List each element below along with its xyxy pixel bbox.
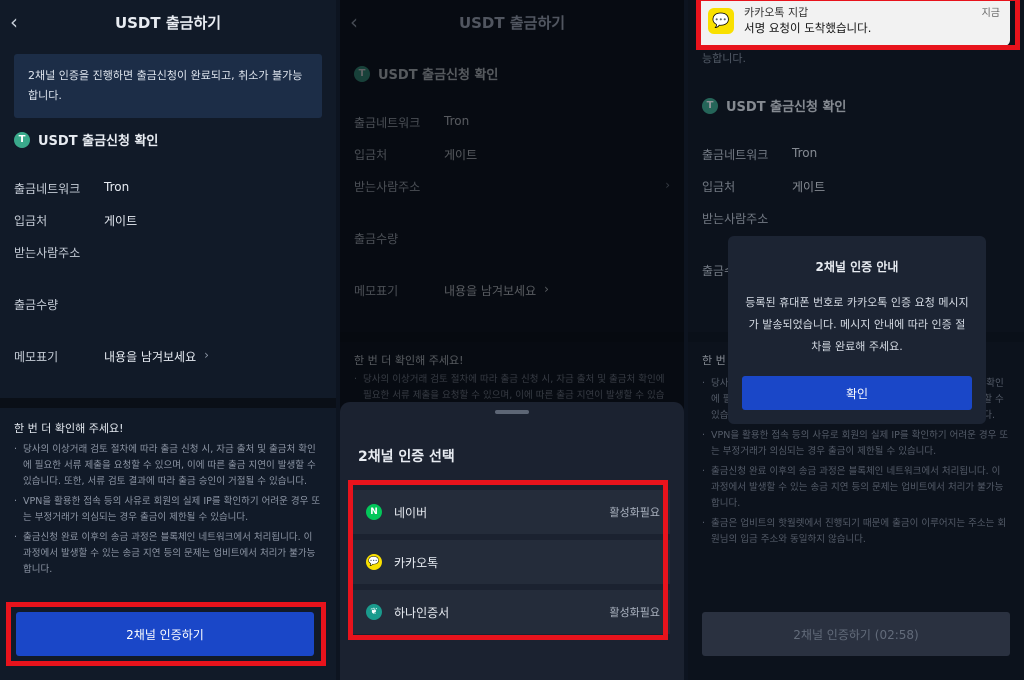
- auth-guide-modal: 2채널 인증 안내 등록된 휴대폰 번호로 카카오톡 인증 요청 메시지가 발송…: [728, 236, 986, 424]
- section-title-text: USDT 출금신청 확인: [38, 134, 159, 149]
- header: ‹ USDT 출금하기: [0, 0, 336, 44]
- row-address: 받는사람주소: [702, 210, 1010, 227]
- row-memo[interactable]: 메모표기 내용을 남겨보세요 ›: [14, 348, 322, 365]
- address-label: 받는사람주소: [14, 246, 81, 260]
- list-item: 출금신청 완료 이후의 송금 과정은 블록체인 네트워크에서 처리됩니다. 이 …: [14, 530, 322, 578]
- network-label: 출금네트워크: [14, 182, 81, 196]
- section-title-text: USDT 출금신청 확인: [726, 100, 847, 115]
- sheet-title: 2채널 인증 선택: [358, 449, 455, 465]
- address-label: 받는사람주소: [702, 212, 769, 226]
- tether-icon: T: [702, 97, 718, 114]
- destination-value: 게이트: [792, 180, 826, 194]
- bottom-sheet: 2채널 인증 선택 N 네이버 활성화필요 💬 카카오톡 ❦ 하나인증서 활성화…: [340, 402, 684, 680]
- sheet-handle[interactable]: [495, 410, 529, 414]
- list-item: 출금은 업비트의 핫월렛에서 진행되기 때문에 출금이 이루어지는 주소는 회원…: [702, 516, 1010, 548]
- highlight-box: [6, 602, 326, 666]
- network-label: 출금네트워크: [702, 148, 769, 162]
- notice-banner: 2채널 인증을 진행하면 출금신청이 완료되고, 취소가 불가능합니다.: [14, 54, 322, 118]
- row-amount[interactable]: 출금수량: [14, 296, 322, 313]
- back-arrow-icon[interactable]: ‹: [10, 10, 18, 34]
- divider: [0, 398, 336, 408]
- section-title: T USDT 출금신청 확인: [688, 96, 846, 115]
- row-network: 출금네트워크 Tron: [702, 146, 1010, 163]
- check-title: 한 번: [702, 354, 726, 367]
- panel-channel-select: ‹ USDT 출금하기 T USDT 출금신청 확인 출금네트워크 Tron 입…: [340, 0, 684, 680]
- highlight-box: [348, 480, 668, 640]
- notice-fragment: 능합니다.: [702, 52, 746, 65]
- list-item: 당사의 이상거래 검토 절차에 따라 출금 신청 시, 자금 출처 및 출금처 …: [14, 442, 322, 490]
- section-title: T USDT 출금신청 확인: [0, 130, 158, 149]
- amount-label: 출금수량: [14, 298, 59, 312]
- destination-label: 입금처: [702, 180, 736, 194]
- row-destination: 입금처 게이트: [14, 212, 322, 229]
- modal-body: 등록된 휴대폰 번호로 카카오톡 인증 요청 메시지가 발송되었습니다. 메시지…: [745, 296, 969, 353]
- memo-input[interactable]: 내용을 남겨보세요: [104, 348, 196, 365]
- two-channel-auth-timer-button[interactable]: 2채널 인증하기 (02:58): [702, 612, 1010, 656]
- network-value: Tron: [792, 146, 818, 160]
- destination-label: 입금처: [14, 214, 48, 228]
- row-address[interactable]: 받는사람주소: [14, 244, 322, 261]
- row-network: 출금네트워크 Tron: [14, 180, 322, 197]
- list-item: 출금신청 완료 이후의 송금 과정은 블록체인 네트워크에서 처리됩니다. 이 …: [702, 464, 1010, 512]
- list-item: VPN을 활용한 접속 등의 사유로 회원의 실제 IP를 확인하기 어려운 경…: [702, 428, 1010, 460]
- check-title: 한 번 더 확인해 주세요!: [14, 422, 124, 435]
- tether-icon: T: [14, 131, 30, 148]
- chevron-right-icon: ›: [204, 348, 209, 362]
- confirm-button[interactable]: 확인: [742, 376, 972, 410]
- destination-value: 게이트: [104, 214, 138, 228]
- network-value: Tron: [104, 180, 130, 194]
- panel-withdraw-form: ‹ USDT 출금하기 2채널 인증을 진행하면 출금신청이 완료되고, 취소가…: [0, 0, 336, 680]
- memo-label: 메모표기: [14, 350, 59, 364]
- list-item: VPN을 활용한 접속 등의 사유로 회원의 실제 IP를 확인하기 어려운 경…: [14, 494, 322, 526]
- modal-title: 2채널 인증 안내: [815, 260, 899, 274]
- highlight-box: [696, 0, 1020, 50]
- page-title: USDT 출금하기: [114, 13, 222, 32]
- check-list: 당사의 이상거래 검토 절차에 따라 출금 신청 시, 자금 출처 및 출금처 …: [14, 442, 322, 582]
- row-destination: 입금처 게이트: [702, 178, 1010, 195]
- panel-kakao-auth: 능합니다. T USDT 출금신청 확인 출금네트워크 Tron 입금처 게이트…: [688, 0, 1024, 680]
